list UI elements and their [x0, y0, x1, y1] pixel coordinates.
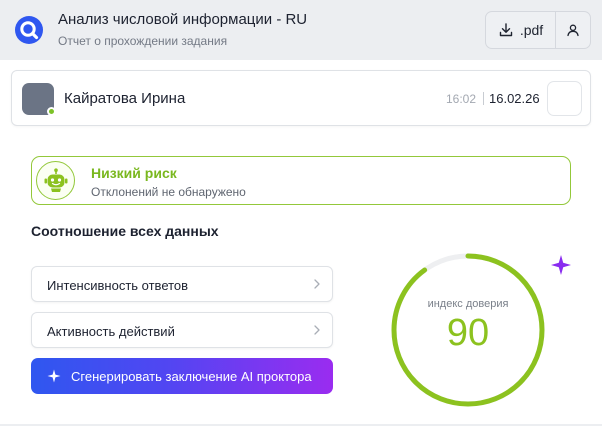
search-logo-icon	[15, 16, 43, 44]
chevron-right-icon	[314, 279, 320, 289]
metric-label: Активность действий	[47, 324, 175, 339]
header-toolbar: .pdf	[485, 11, 591, 49]
generate-ai-conclusion-button[interactable]: Сгенерировать заключение AI проктора	[31, 358, 333, 394]
pdf-label: .pdf	[519, 22, 544, 38]
sparkle-icon	[551, 255, 571, 275]
app-title: Анализ числовой информации - RU	[58, 11, 308, 28]
student-name: Кайратова Ирина	[64, 90, 186, 107]
user-button[interactable]	[556, 12, 590, 48]
chevron-right-icon	[314, 325, 320, 335]
trust-index-value: 90	[446, 312, 490, 354]
user-icon	[567, 24, 579, 37]
online-status-dot	[47, 107, 56, 116]
download-icon	[499, 23, 513, 37]
app-subtitle: Отчет о прохождении задания	[58, 34, 228, 48]
session-time: 16:02	[446, 92, 477, 106]
section-title: Соотношение всех данных	[31, 223, 219, 239]
metric-label: Интенсивность ответов	[47, 278, 189, 293]
sparkle-icon	[47, 369, 61, 383]
risk-banner: Низкий риск Отклонений не обнаружено	[31, 156, 571, 205]
risk-title: Низкий риск	[91, 165, 177, 181]
robot-icon	[36, 161, 75, 200]
student-action-button[interactable]	[547, 81, 582, 116]
time-date-divider	[483, 92, 484, 105]
session-date: 16.02.26	[489, 91, 540, 106]
ai-button-label: Сгенерировать заключение AI проктора	[71, 368, 312, 384]
metric-action-activity[interactable]: Активность действий	[31, 312, 333, 348]
trust-index-label: индекс доверия	[427, 298, 509, 310]
student-card: Кайратова Ирина 16:02 16.02.26	[11, 70, 591, 126]
risk-subtitle: Отклонений не обнаружено	[91, 185, 246, 199]
app-header: Анализ числовой информации - RU Отчет о …	[0, 0, 602, 60]
metric-answer-intensity[interactable]: Интенсивность ответов	[31, 266, 333, 302]
download-pdf-button[interactable]: .pdf	[486, 12, 556, 48]
